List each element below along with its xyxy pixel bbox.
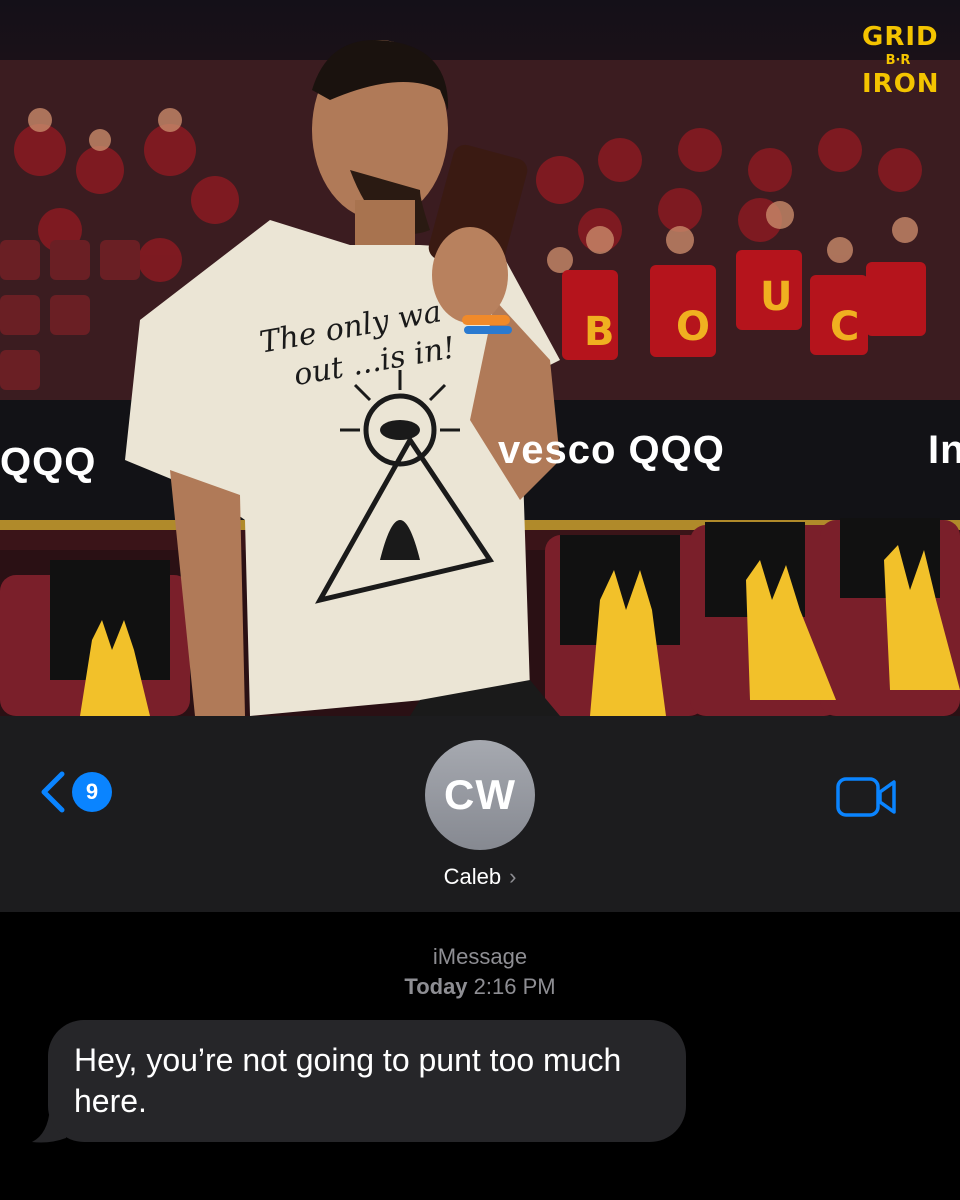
message-timestamp: Today 2:16 PM: [0, 972, 960, 1002]
back-button[interactable]: 9: [38, 770, 112, 814]
conversation-header: 9 CW Caleb ›: [0, 716, 960, 912]
chevron-right-icon: ›: [509, 864, 517, 889]
video-camera-icon: [836, 777, 896, 817]
back-chevron-icon: [41, 771, 65, 813]
incoming-message-bubble[interactable]: Hey, you’re not going to punt too much h…: [48, 1020, 686, 1142]
contact-name: Caleb: [443, 864, 502, 889]
photo-scene: B O U C: [0, 40, 960, 716]
message-thread[interactable]: iMessage Today 2:16 PM Hey, you’re not g…: [0, 912, 960, 1200]
timestamp-time: 2:16 PM: [473, 974, 556, 999]
banner-text-left: QQQ: [0, 440, 97, 484]
svg-text:C: C: [830, 304, 859, 350]
facetime-video-button[interactable]: [836, 776, 898, 823]
banner-text-far-right: In: [928, 428, 960, 472]
hero-photo: B O U C QQQ vesco QQQ In The only wa out…: [0, 0, 960, 716]
svg-text:B: B: [584, 309, 615, 355]
logo-line-3: IRON: [862, 69, 940, 99]
timestamp-day: Today: [404, 974, 468, 999]
service-label: iMessage: [432, 944, 528, 969]
svg-text:O: O: [676, 304, 710, 350]
message-meta: iMessage Today 2:16 PM: [0, 942, 960, 1002]
logo-line-2: B·R: [885, 53, 911, 68]
contact-avatar[interactable]: CW: [425, 740, 535, 850]
logo-line-1: GRID: [862, 22, 939, 52]
svg-text:U: U: [760, 274, 792, 320]
unread-count-badge: 9: [72, 772, 112, 812]
contact-name-button[interactable]: Caleb ›: [0, 864, 960, 890]
banner-text-right: vesco QQQ: [498, 428, 725, 472]
gridiron-logo: GRID B·R IRON: [862, 22, 940, 99]
